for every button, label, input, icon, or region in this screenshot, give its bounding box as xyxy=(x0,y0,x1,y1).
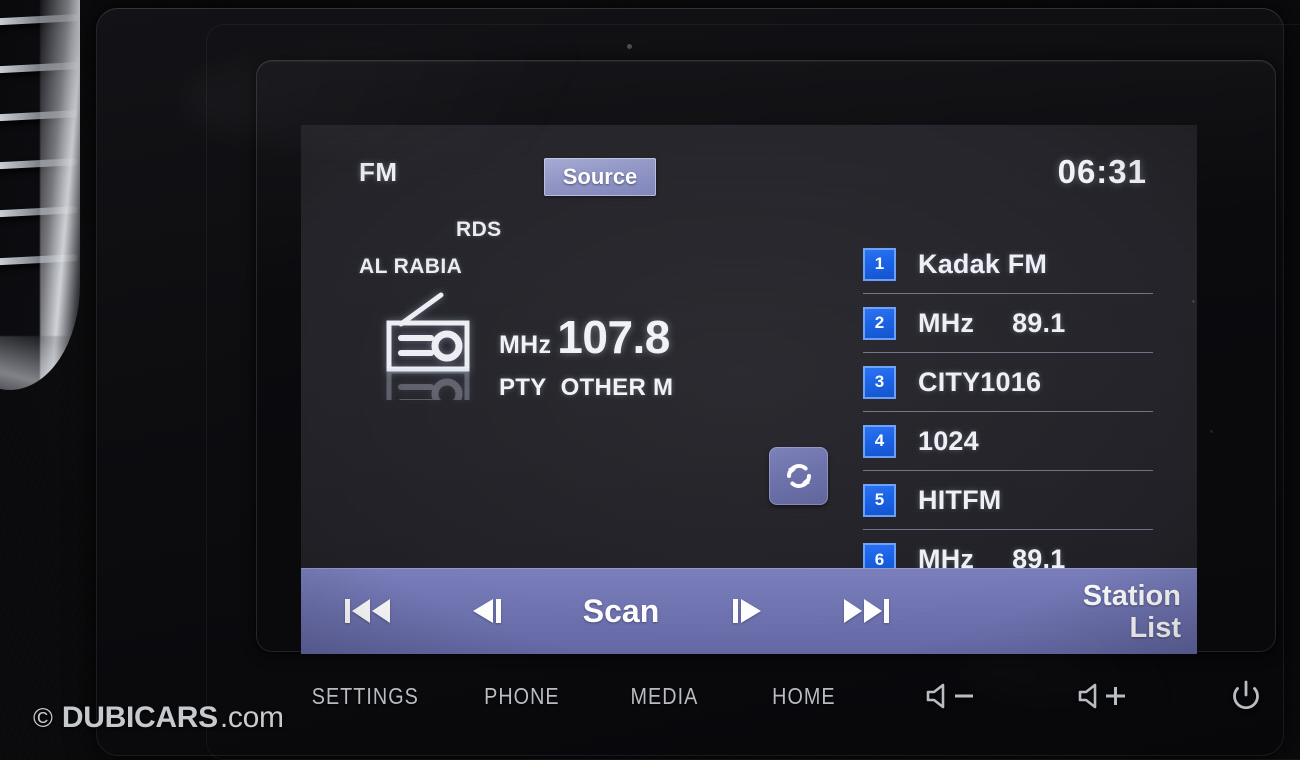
dashboard-photo: FM Source 06:31 RDS AL RABIA MHz 107.8 P… xyxy=(0,0,1300,760)
watermark-brand: DUBICARS xyxy=(61,701,218,734)
station-text: Kadak FM xyxy=(918,248,1048,279)
station-list-item[interactable]: 4 1024 xyxy=(863,412,1153,471)
volume-up-icon xyxy=(1075,681,1137,711)
station-list-button[interactable]: Station List xyxy=(1021,570,1181,654)
station-list-item-label: CITY1016 xyxy=(918,367,1041,398)
station-list-button-line2: List xyxy=(1129,612,1181,644)
watermark: © DUBICARS .com xyxy=(33,701,284,735)
hardware-button-home[interactable]: HOME xyxy=(734,672,874,720)
preset-number-badge: 1 xyxy=(863,247,896,281)
clock: 06:31 xyxy=(1057,153,1147,190)
tune-up-button[interactable] xyxy=(709,568,783,654)
station-list[interactable]: 1 Kadak FM 2 MHz 89.1 3 CITY1016 4 1024 … xyxy=(863,235,1153,589)
hardware-button-media-label: MEDIA xyxy=(630,682,698,709)
watermark-tld: .com xyxy=(219,701,284,734)
watermark-copyright-symbol: © xyxy=(33,703,53,733)
next-track-icon xyxy=(841,595,891,627)
scan-button-label: Scan xyxy=(582,592,660,629)
hardware-button-phone-label: PHONE xyxy=(484,682,560,709)
hardware-button-row: SETTINGS PHONE MEDIA HOME xyxy=(256,672,1276,732)
preset-number-badge: 4 xyxy=(863,424,896,458)
station-list-item[interactable]: 1 Kadak FM xyxy=(863,235,1153,294)
station-unit: MHz xyxy=(918,307,975,338)
station-list-item[interactable]: 3 CITY1016 xyxy=(863,353,1153,412)
head-unit-housing: FM Source 06:31 RDS AL RABIA MHz 107.8 P… xyxy=(96,8,1284,756)
previous-track-button[interactable] xyxy=(331,568,405,654)
hardware-button-settings-label: SETTINGS xyxy=(311,682,419,709)
hardware-button-media[interactable]: MEDIA xyxy=(594,672,734,720)
frequency-unit: MHz xyxy=(499,331,552,359)
hardware-button-phone[interactable]: PHONE xyxy=(452,672,592,720)
hardware-button-volume-down[interactable] xyxy=(884,672,1024,720)
frequency-value: 107.8 xyxy=(557,311,670,363)
infotainment-screen[interactable]: FM Source 06:31 RDS AL RABIA MHz 107.8 P… xyxy=(301,125,1197,654)
station-list-button-line1: Station xyxy=(1082,579,1181,612)
station-list-item-label: Kadak FM xyxy=(918,249,1047,280)
hardware-button-home-label: HOME xyxy=(772,682,836,709)
tune-down-button[interactable] xyxy=(451,568,525,654)
source-button-label: Source xyxy=(562,164,638,189)
station-text: 1024 xyxy=(918,425,979,456)
radio-icon xyxy=(379,290,483,400)
volume-down-icon xyxy=(923,681,985,711)
station-list-item[interactable]: 2 MHz 89.1 xyxy=(863,294,1153,353)
preset-number-badge: 2 xyxy=(863,306,896,340)
playback-control-bar: Scan Station List xyxy=(301,568,1197,654)
current-station-name: AL RABIA xyxy=(359,255,463,278)
station-list-item[interactable]: 5 HITFM xyxy=(863,471,1153,530)
station-text: CITY1016 xyxy=(918,366,1042,397)
tune-up-icon xyxy=(727,595,765,627)
air-vent xyxy=(0,0,80,390)
refresh-icon xyxy=(781,458,817,494)
station-list-item-label: 1024 xyxy=(918,426,979,457)
refresh-button[interactable] xyxy=(769,447,828,505)
pty-value: OTHER M xyxy=(560,374,674,401)
source-button[interactable]: Source xyxy=(544,158,656,196)
station-list-item-label: HITFM xyxy=(918,485,1001,516)
preset-number-badge: 3 xyxy=(863,365,896,399)
band-label: FM xyxy=(359,157,398,187)
station-list-item-label: MHz 89.1 xyxy=(918,308,1065,339)
previous-track-icon xyxy=(343,595,393,627)
frequency-display: MHz 107.8 PTY OTHER M xyxy=(499,310,673,402)
station-text: 89.1 xyxy=(1012,307,1066,338)
pty-label: PTY xyxy=(499,374,547,401)
rds-indicator: RDS xyxy=(456,218,502,241)
hardware-button-settings[interactable]: SETTINGS xyxy=(280,672,450,720)
scan-button[interactable]: Scan xyxy=(551,568,691,654)
station-text: HITFM xyxy=(918,484,1002,515)
tune-down-icon xyxy=(469,595,507,627)
hardware-button-volume-up[interactable] xyxy=(1036,672,1176,720)
preset-number-badge: 5 xyxy=(863,483,896,517)
next-track-button[interactable] xyxy=(829,568,903,654)
power-icon xyxy=(1228,678,1264,714)
hardware-button-power[interactable] xyxy=(1186,672,1300,720)
